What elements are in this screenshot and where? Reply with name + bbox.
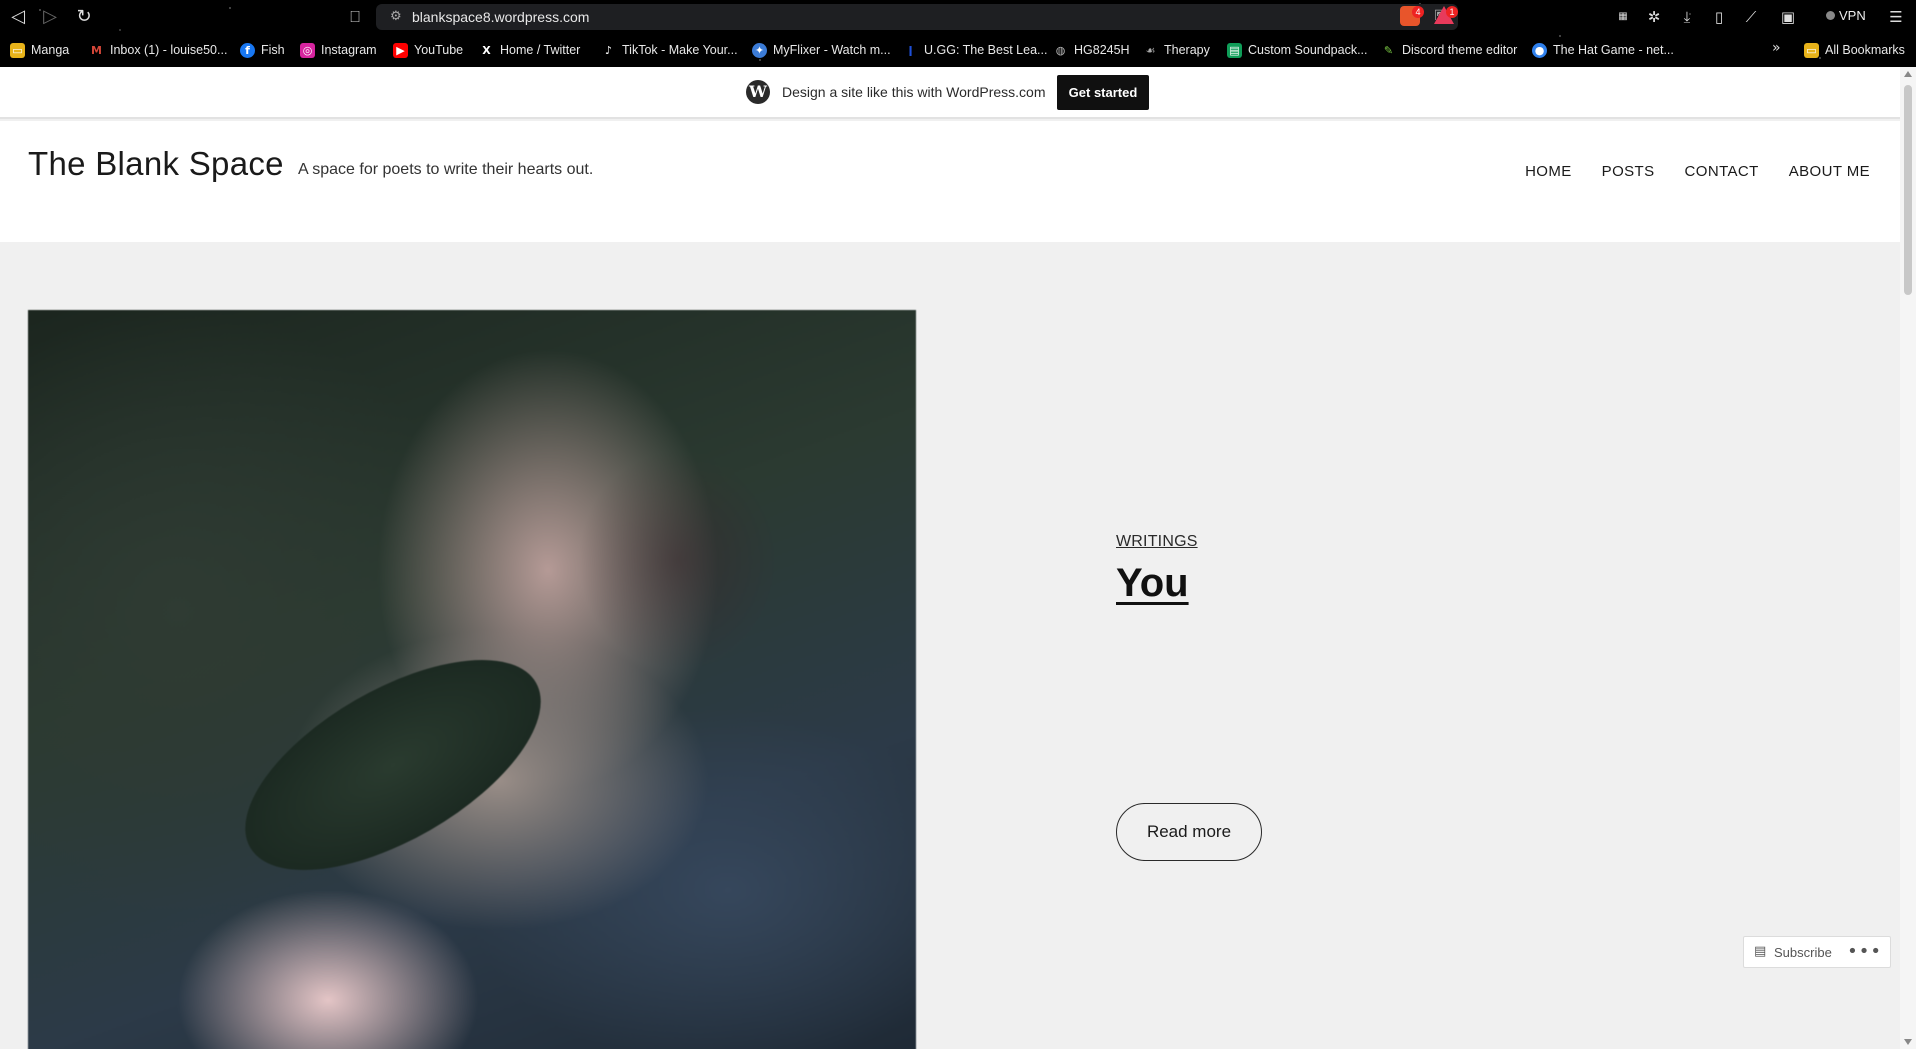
all-bookmarks-label: All Bookmarks — [1825, 43, 1905, 57]
bookmark-item[interactable]: M Inbox (1) - louise50... — [89, 40, 227, 60]
bookmarks-overflow-icon[interactable]: » — [1772, 40, 1781, 56]
bookmark-label: YouTube — [414, 43, 464, 57]
vpn-button[interactable]: VPN — [1826, 8, 1866, 23]
bookmark-label: Custom Soundpack... — [1248, 43, 1368, 57]
tiktok-icon: ♪ — [604, 43, 613, 57]
gmail-icon: M — [91, 43, 102, 57]
therapy-icon: ☙ — [1145, 43, 1156, 57]
bookmark-item[interactable]: ▭ Manga — [10, 40, 69, 60]
nav-about-me[interactable]: ABOUT ME — [1789, 163, 1870, 180]
facebook-icon: f — [240, 42, 255, 58]
reload-button[interactable]: ↻ — [72, 6, 96, 28]
site-title[interactable]: The Blank Space — [28, 145, 284, 183]
image-detail — [212, 617, 574, 913]
subscribe-bar: ▤ Subscribe ••• — [1743, 936, 1891, 968]
nav-contact[interactable]: CONTACT — [1685, 163, 1759, 180]
site-tagline: A space for poets to write their hearts … — [298, 161, 594, 178]
extensions-icon[interactable]: ✲ — [1644, 7, 1664, 27]
page-scrollbar[interactable] — [1900, 67, 1916, 1049]
bookmark-label: Instagram — [321, 43, 377, 57]
bookmark-label: Manga — [31, 43, 70, 57]
menu-icon[interactable]: ☰ — [1886, 7, 1906, 27]
scrollbar-thumb[interactable] — [1904, 85, 1912, 295]
vpn-status-icon — [1826, 11, 1835, 20]
rewards-badge: 1 — [1446, 6, 1458, 18]
featured-image[interactable] — [28, 310, 916, 1049]
post-category-link[interactable]: WRITINGS — [1116, 533, 1198, 551]
post-title-link[interactable]: You — [1116, 561, 1189, 606]
read-more-button[interactable]: Read more — [1116, 803, 1262, 861]
sidebar-icon[interactable]: ▯ — [1709, 7, 1729, 27]
bookmark-item[interactable]: ◎ Instagram — [300, 40, 377, 60]
get-started-button[interactable]: Get started — [1057, 75, 1149, 110]
bookmark-item[interactable]: ▶ YouTube — [393, 40, 463, 60]
address-bar[interactable]: ⚙ blankspace8.wordpress.com ⇱ — [376, 4, 1458, 30]
bookmark-label: The Hat Game - net... — [1553, 43, 1674, 57]
folder-icon: ▭ — [1804, 42, 1819, 58]
vpn-label: VPN — [1839, 8, 1866, 23]
hatgame-icon: ● — [1532, 42, 1547, 58]
all-bookmarks-button[interactable]: ▭ All Bookmarks — [1804, 40, 1905, 60]
folder-icon: ▭ — [10, 42, 25, 58]
youtube-icon: ▶ — [393, 42, 408, 58]
bookmark-item[interactable]: ▤ Custom Soundpack... — [1227, 40, 1368, 60]
url-text[interactable]: blankspace8.wordpress.com — [412, 9, 589, 25]
bookmark-item[interactable]: ✎ Discord theme editor — [1381, 40, 1517, 60]
discord-theme-icon: ✎ — [1383, 43, 1394, 57]
bookmark-label: Therapy — [1164, 43, 1210, 57]
bookmark-label: MyFlixer - Watch m... — [773, 43, 891, 57]
image-detail — [578, 450, 778, 670]
bookmark-item[interactable]: ◍ HG8245H — [1053, 40, 1130, 60]
wordpress-logo-icon[interactable]: W — [746, 80, 770, 104]
subscribe-button[interactable]: Subscribe — [1774, 945, 1832, 960]
news-icon[interactable]: ▦ — [1613, 7, 1633, 27]
back-button[interactable]: ◁ — [6, 6, 30, 28]
bookmark-label: TikTok - Make Your... — [622, 43, 738, 57]
wallet-icon[interactable]: ▣ — [1778, 7, 1798, 27]
sheets-icon: ▤ — [1227, 42, 1242, 58]
bookmark-page-icon[interactable]: ⎕ — [344, 6, 366, 28]
bookmark-label: Fish — [261, 43, 285, 57]
leo-ai-icon[interactable]: ⟋ — [1741, 7, 1761, 27]
x-icon: X — [482, 43, 491, 57]
subscribe-icon: ▤ — [1754, 944, 1767, 959]
bookmark-item[interactable]: X Home / Twitter — [479, 40, 580, 60]
nav-home[interactable]: HOME — [1525, 163, 1572, 180]
bookmark-label: U.GG: The Best Lea... — [924, 43, 1048, 57]
download-icon[interactable]: ⤓ — [1677, 7, 1697, 27]
shields-badge: 4 — [1412, 6, 1424, 18]
wordpress-banner: W Design a site like this with WordPress… — [0, 67, 1900, 119]
bookmark-item[interactable]: ♪ TikTok - Make Your... — [601, 40, 738, 60]
nav-posts[interactable]: POSTS — [1602, 163, 1655, 180]
bookmark-label: Home / Twitter — [500, 43, 581, 57]
myflixer-icon: ✦ — [752, 42, 767, 58]
main-navigation: HOME POSTS CONTACT ABOUT ME — [1525, 163, 1870, 180]
globe-icon: ◍ — [1055, 43, 1066, 57]
instagram-icon: ◎ — [300, 42, 315, 58]
forward-button[interactable]: ▷ — [38, 6, 62, 28]
bookmark-item[interactable]: ☙ Therapy — [1143, 40, 1210, 60]
site-info-icon[interactable]: ⚙ — [390, 9, 402, 24]
scroll-up-icon[interactable] — [1904, 71, 1912, 77]
bookmark-item[interactable]: f Fish — [240, 40, 285, 60]
bookmark-item[interactable]: ǀ U.GG: The Best Lea... — [903, 40, 1047, 60]
site-header: The Blank Space A space for poets to wri… — [0, 121, 1900, 242]
page-viewport: W Design a site like this with WordPress… — [0, 67, 1900, 1049]
bookmark-item[interactable]: ● The Hat Game - net... — [1532, 40, 1674, 60]
wordpress-banner-text: Design a site like this with WordPress.c… — [782, 84, 1046, 100]
bookmark-label: Discord theme editor — [1402, 43, 1518, 57]
bookmark-label: Inbox (1) - louise50... — [110, 43, 228, 57]
bookmarks-bar: ▭ Manga M Inbox (1) - louise50... f Fish ◎ I… — [0, 38, 1916, 62]
ugg-icon: ǀ — [908, 43, 913, 57]
scroll-down-icon[interactable] — [1904, 1039, 1912, 1045]
browser-chrome: ◁ ▷ ↻ ⎕ ⚙ blankspace8.wordpress.com ⇱ 4 … — [0, 0, 1916, 67]
bookmark-item[interactable]: ✦ MyFlixer - Watch m... — [752, 40, 891, 60]
more-options-icon[interactable]: ••• — [1847, 941, 1882, 962]
bookmark-label: HG8245H — [1074, 43, 1130, 57]
